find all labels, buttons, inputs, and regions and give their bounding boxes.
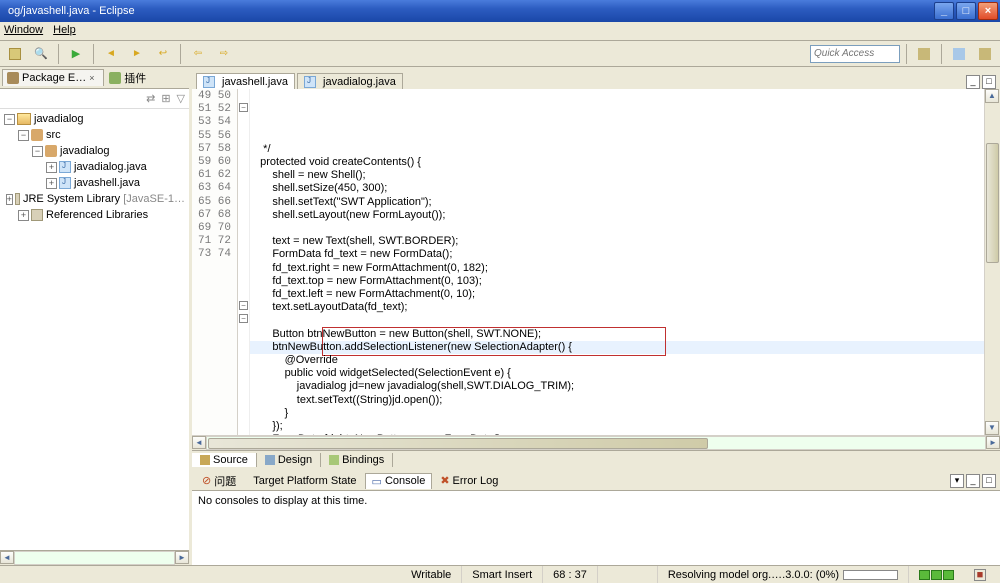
tree-project[interactable]: javadialog <box>34 113 84 125</box>
external-tools-button[interactable]: ▶ <box>65 43 87 65</box>
tab-console[interactable]: ▭Console <box>365 473 433 489</box>
console-body: No consoles to display at this time. <box>192 491 1000 565</box>
view-menu-icon[interactable]: ▽ <box>177 92 185 105</box>
editor-tab-bar: javashell.java javadialog.java _ □ <box>192 67 1000 89</box>
stop-task-button[interactable]: ■ <box>964 566 996 583</box>
minimize-button[interactable]: _ <box>934 2 954 20</box>
twister-icon[interactable]: − <box>4 114 15 125</box>
project-icon <box>17 113 31 125</box>
collapse-all-icon[interactable]: ⇄ <box>146 92 155 105</box>
jre-library-icon <box>15 193 20 205</box>
scroll-left-button[interactable]: ◄ <box>192 436 206 449</box>
minimize-view-button[interactable]: _ <box>966 474 980 488</box>
status-writable: Writable <box>401 566 462 583</box>
status-insert-mode: Smart Insert <box>462 566 543 583</box>
minimize-view-button[interactable]: _ <box>966 75 980 89</box>
status-bar: Writable Smart Insert 68 : 37 Resolving … <box>0 565 1000 583</box>
perspective-button-3[interactable] <box>974 43 996 65</box>
tab-source[interactable]: Source <box>192 453 257 467</box>
console-menu-button[interactable]: ▾ <box>950 474 964 488</box>
tab-problems[interactable]: ⊘问题 <box>196 472 242 490</box>
nav-last-edit-button[interactable]: ↩ <box>152 43 174 65</box>
java-file-icon <box>203 76 215 88</box>
fold-marker[interactable]: − <box>239 103 248 112</box>
tree-file-javashell[interactable]: javashell.java <box>74 177 140 189</box>
library-icon <box>31 209 43 221</box>
scroll-left-button[interactable]: ◄ <box>0 551 14 564</box>
tree-file-javadialog[interactable]: javadialog.java <box>74 161 147 173</box>
source-icon <box>200 455 210 465</box>
search-button[interactable]: 🔍 <box>30 43 52 65</box>
tab-design[interactable]: Design <box>257 453 321 467</box>
perspective-button-1[interactable] <box>913 43 935 65</box>
tree-reflib[interactable]: Referenced Libraries <box>46 209 148 221</box>
fold-marker[interactable]: − <box>239 301 248 310</box>
tab-target-platform[interactable]: Target Platform State <box>244 474 362 488</box>
window-titlebar: og/javashell.java - Eclipse _ □ × <box>0 0 1000 22</box>
battery-indicator <box>909 566 964 583</box>
plugins-icon <box>109 72 121 84</box>
editor-tab-javadialog[interactable]: javadialog.java <box>297 73 403 90</box>
java-file-icon <box>59 177 71 189</box>
code-editor[interactable]: 49 50 51 52 53 54 55 56 57 58 59 60 61 6… <box>192 89 1000 435</box>
fold-marker[interactable]: − <box>239 314 248 323</box>
editor-horizontal-scrollbar[interactable]: ◄ ► <box>192 435 1000 450</box>
nav-back-button[interactable]: ◄ <box>100 43 122 65</box>
main-toolbar: 🔍 ▶ ◄ ► ↩ ⇦ ⇨ <box>0 41 1000 67</box>
menu-help[interactable]: Help <box>53 24 76 38</box>
maximize-button[interactable]: □ <box>956 2 976 20</box>
scroll-up-button[interactable]: ▲ <box>985 89 999 103</box>
progress-bar <box>843 570 898 580</box>
link-editor-icon[interactable]: ⊞ <box>161 92 170 105</box>
tab-error-log[interactable]: ✖Error Log <box>434 473 504 488</box>
editor-tab-javashell[interactable]: javashell.java <box>196 73 295 90</box>
package-icon <box>45 145 57 157</box>
window-title: og/javashell.java - Eclipse <box>8 5 135 17</box>
maximize-view-button[interactable]: □ <box>982 474 996 488</box>
tree-src[interactable]: src <box>46 129 61 141</box>
java-file-icon <box>304 76 316 88</box>
horizontal-scrollbar[interactable]: ◄ ► <box>0 550 189 565</box>
nav-forward2-button[interactable]: ⇨ <box>213 43 235 65</box>
java-file-icon <box>59 161 71 173</box>
line-number-gutter: 49 50 51 52 53 54 55 56 57 58 59 60 61 6… <box>192 89 238 435</box>
perspective-button-2[interactable] <box>948 43 970 65</box>
scroll-right-button[interactable]: ► <box>175 551 189 564</box>
tab-bindings[interactable]: Bindings <box>321 453 393 467</box>
menu-window[interactable]: Window <box>4 24 43 38</box>
menu-bar: Window Help <box>0 22 1000 41</box>
package-explorer-toolbar: ⇄ ⊞ ▽ <box>0 89 189 109</box>
scroll-thumb[interactable] <box>986 143 999 263</box>
sourcefolder-icon <box>31 129 43 141</box>
package-explorer-icon <box>7 72 19 84</box>
tab-package-explorer[interactable]: Package E… × <box>2 69 104 86</box>
nav-back2-button[interactable]: ⇦ <box>187 43 209 65</box>
status-task: Resolving model org.….3.0.0: (0%) <box>658 566 909 583</box>
package-explorer-view: Package E… × 插件 ⇄ ⊞ ▽ −javadialog −src −… <box>0 67 192 565</box>
window-close-button[interactable]: × <box>978 2 998 20</box>
open-type-button[interactable] <box>4 43 26 65</box>
quick-access-input[interactable] <box>810 45 900 63</box>
tree-package[interactable]: javadialog <box>60 145 110 157</box>
vertical-scrollbar[interactable]: ▲ ▼ <box>984 89 1000 435</box>
editor-bottom-tabs: Source Design Bindings <box>192 450 1000 468</box>
package-explorer-tree[interactable]: −javadialog −src −javadialog +javadialog… <box>0 109 189 550</box>
bottom-panel: ⊘问题 Target Platform State ▭Console ✖Erro… <box>192 468 1000 565</box>
bindings-icon <box>329 455 339 465</box>
status-cursor-position: 68 : 37 <box>543 566 598 583</box>
scroll-down-button[interactable]: ▼ <box>985 421 999 435</box>
scroll-right-button[interactable]: ► <box>986 436 1000 449</box>
tree-jre[interactable]: JRE System Library <box>23 193 120 205</box>
nav-forward-button[interactable]: ► <box>126 43 148 65</box>
hscroll-thumb[interactable] <box>208 438 708 449</box>
tab-plugins[interactable]: 插件 <box>105 68 150 88</box>
maximize-view-button[interactable]: □ <box>982 75 996 89</box>
close-icon[interactable]: × <box>89 73 99 83</box>
folding-column[interactable]: − − − <box>238 89 250 435</box>
design-icon <box>265 455 275 465</box>
